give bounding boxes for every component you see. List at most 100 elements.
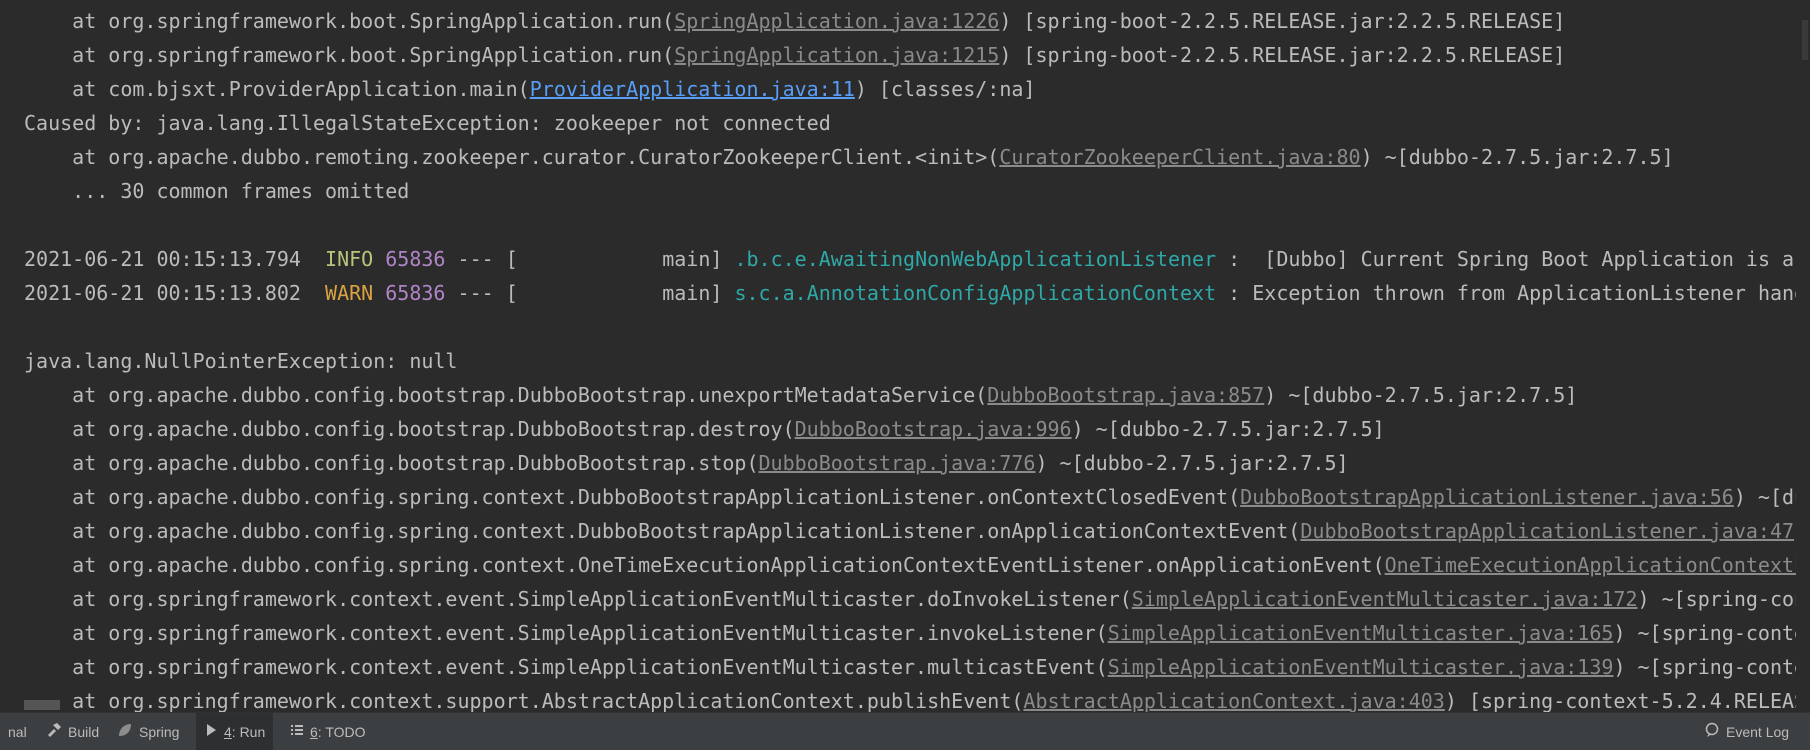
source-link[interactable]: DubboBootstrap.java:776 xyxy=(759,451,1036,475)
console-line: at org.apache.dubbo.config.spring.contex… xyxy=(24,548,1796,582)
hammer-icon xyxy=(46,722,62,741)
vertical-scrollbar[interactable] xyxy=(1796,0,1810,712)
stack-frame-text: at org.springframework.context.event.Sim… xyxy=(24,587,1132,611)
stack-frame-text: at org.springframework.context.support.A… xyxy=(24,689,1024,712)
stack-frame-suffix: ) ~[dubbo-2.7.5.jar:2.7.5] xyxy=(1071,417,1385,441)
tool-window-spring[interactable]: Spring xyxy=(109,713,187,750)
tool-window-bar: nal Build Spring 4: Run 6: TODO Event Lo… xyxy=(0,712,1810,750)
stack-frame-suffix: ) ~[dubbo-2.7.5.jar:2.7.5] xyxy=(1360,145,1674,169)
stack-frame-suffix: ) [classes/:na] xyxy=(854,77,1036,101)
log-message: : [Dubbo] Current Spring Boot Applicatio… xyxy=(1216,247,1796,271)
stack-frame-text: at org.springframework.boot.SpringApplic… xyxy=(24,43,675,67)
console-line: at org.springframework.context.support.A… xyxy=(24,684,1796,712)
stack-frame-text: at org.springframework.boot.SpringApplic… xyxy=(24,9,675,33)
stack-frame-suffix: ) ~[spring-conte xyxy=(1613,621,1796,645)
log-logger: .b.c.e.AwaitingNonWebApplicationListener xyxy=(734,247,1217,271)
log-level: WARN xyxy=(325,281,374,305)
stack-frame-suffix: ) ~[dubbo-2.7.5.jar:2.7.5] xyxy=(1264,383,1578,407)
source-link[interactable]: OneTimeExecutionApplicationContextE xyxy=(1385,553,1796,577)
log-pid: 65836 xyxy=(385,281,446,305)
source-link[interactable]: SimpleApplicationEventMulticaster.java:1… xyxy=(1132,587,1638,611)
log-thread: --- [ main] xyxy=(445,247,735,271)
source-link[interactable]: CuratorZookeeperClient.java:80 xyxy=(999,145,1360,169)
console-line: at org.springframework.context.event.Sim… xyxy=(24,650,1796,684)
speech-bubble-icon xyxy=(1704,722,1720,741)
tool-window-todo[interactable]: 6: TODO xyxy=(282,713,374,750)
log-timestamp: 2021-06-21 00:15:13.794 xyxy=(24,247,301,271)
todo-mnemonic: 6 xyxy=(310,723,318,740)
log-thread: --- [ main] xyxy=(445,281,735,305)
console-line: at org.springframework.context.event.Sim… xyxy=(24,582,1796,616)
run-label-text: : Run xyxy=(231,723,266,740)
source-link[interactable]: SimpleApplicationEventMulticaster.java:1… xyxy=(1108,655,1614,679)
stack-frame-suffix: ) ~[spring-conte xyxy=(1613,655,1796,679)
terminal-label: nal xyxy=(8,723,27,740)
log-logger: s.c.a.AnnotationConfigApplicationContext xyxy=(734,281,1217,305)
console-line: at org.springframework.boot.SpringApplic… xyxy=(24,4,1565,38)
console-line: at org.apache.dubbo.config.spring.contex… xyxy=(24,480,1796,514)
source-link[interactable]: SpringApplication.java:1226 xyxy=(674,9,999,33)
stack-frame-text: at com.bjsxt.ProviderApplication.main( xyxy=(24,77,530,101)
source-link[interactable]: DubboBootstrapApplicationListener.java:5… xyxy=(1240,485,1734,509)
source-link[interactable]: SpringApplication.java:1215 xyxy=(674,43,999,67)
stack-frame-text: at org.apache.dubbo.config.spring.contex… xyxy=(24,485,1241,509)
source-link[interactable]: DubboBootstrap.java:996 xyxy=(795,417,1072,441)
source-link[interactable]: DubboBootstrap.java:857 xyxy=(987,383,1264,407)
tool-window-terminal[interactable]: nal xyxy=(0,713,35,750)
log-level: INFO xyxy=(325,247,374,271)
console-line: at org.apache.dubbo.config.bootstrap.Dub… xyxy=(24,412,1385,446)
stack-frame-text: at org.springframework.context.event.Sim… xyxy=(24,655,1108,679)
source-link[interactable]: SimpleApplicationEventMulticaster.java:1… xyxy=(1108,621,1614,645)
spring-label: Spring xyxy=(139,723,180,740)
stack-frame-text: at org.apache.dubbo.remoting.zookeeper.c… xyxy=(24,145,1000,169)
todo-label: 6: TODO xyxy=(310,724,366,740)
stack-frame-suffix: ) ~[spring-con xyxy=(1637,587,1796,611)
console-output[interactable]: at org.springframework.boot.SpringApplic… xyxy=(0,0,1796,712)
console-line: at org.apache.dubbo.config.spring.contex… xyxy=(24,514,1796,548)
console-line: at com.bjsxt.ProviderApplication.main(Pr… xyxy=(24,72,1035,106)
tool-window-run[interactable]: 4: Run xyxy=(196,713,274,750)
todo-label-text: : TODO xyxy=(317,723,366,740)
tool-window-event-log[interactable]: Event Log xyxy=(1696,713,1797,750)
console-line: at org.springframework.context.event.Sim… xyxy=(24,616,1796,650)
list-icon xyxy=(290,723,304,740)
console-line: at org.springframework.boot.SpringApplic… xyxy=(24,38,1565,72)
build-label: Build xyxy=(68,723,100,740)
stack-frame-suffix: ) [spring-boot-2.2.5.RELEASE.jar:2.2.5.R… xyxy=(999,9,1566,33)
log-message: : Exception thrown from ApplicationListe… xyxy=(1216,281,1796,305)
tool-window-build[interactable]: Build xyxy=(38,713,107,750)
console-text: Caused by: java.lang.IllegalStateExcepti… xyxy=(24,111,831,135)
source-link[interactable]: ProviderApplication.java:11 xyxy=(530,77,855,101)
stack-frame-text: at org.apache.dubbo.config.bootstrap.Dub… xyxy=(24,451,759,475)
run-label: 4: Run xyxy=(224,724,265,740)
log-timestamp: 2021-06-21 00:15:13.802 xyxy=(24,281,301,305)
console-line: at org.apache.dubbo.config.bootstrap.Dub… xyxy=(24,446,1349,480)
console-line: 2021-06-21 00:15:13.802 WARN 65836 --- [… xyxy=(24,276,1796,310)
play-icon xyxy=(204,723,218,740)
stack-frame-suffix: ) [spring-context-5.2.4.RELEAS xyxy=(1444,689,1796,712)
stack-frame-suffix: ) ~[du xyxy=(1733,485,1796,509)
spring-leaf-icon xyxy=(117,722,133,741)
stack-frame-text: at org.apache.dubbo.config.bootstrap.Dub… xyxy=(24,383,988,407)
source-link[interactable]: AbstractApplicationContext.java:403 xyxy=(1023,689,1444,712)
vertical-scroll-thumb[interactable] xyxy=(1802,20,1808,60)
stack-frame-suffix: ) ~[dubbo-2.7.5.jar:2.7.5] xyxy=(1035,451,1349,475)
console-line: at org.apache.dubbo.remoting.zookeeper.c… xyxy=(24,140,1674,174)
console-line: 2021-06-21 00:15:13.794 INFO 65836 --- [… xyxy=(24,242,1796,276)
console-text: java.lang.NullPointerException: null xyxy=(24,349,458,373)
console-line: ... 30 common frames omitted xyxy=(24,174,409,208)
console-line: java.lang.NullPointerException: null xyxy=(24,344,457,378)
console-line: at org.apache.dubbo.config.bootstrap.Dub… xyxy=(24,378,1577,412)
stack-frame-text: at org.apache.dubbo.config.bootstrap.Dub… xyxy=(24,417,795,441)
horizontal-scroll-thumb[interactable] xyxy=(24,700,60,710)
event-log-label: Event Log xyxy=(1726,723,1790,740)
stack-frame-suffix: ) [spring-boot-2.2.5.RELEASE.jar:2.2.5.R… xyxy=(999,43,1566,67)
console-text: ... 30 common frames omitted xyxy=(24,179,410,203)
source-link[interactable]: DubboBootstrapApplicationListener.java:4… xyxy=(1300,519,1794,543)
stack-frame-text: at org.apache.dubbo.config.spring.contex… xyxy=(24,553,1385,577)
console-line: Caused by: java.lang.IllegalStateExcepti… xyxy=(24,106,831,140)
run-mnemonic: 4 xyxy=(224,723,232,740)
stack-frame-text: at org.springframework.context.event.Sim… xyxy=(24,621,1108,645)
log-pid: 65836 xyxy=(385,247,446,271)
stack-frame-text: at org.apache.dubbo.config.spring.contex… xyxy=(24,519,1301,543)
